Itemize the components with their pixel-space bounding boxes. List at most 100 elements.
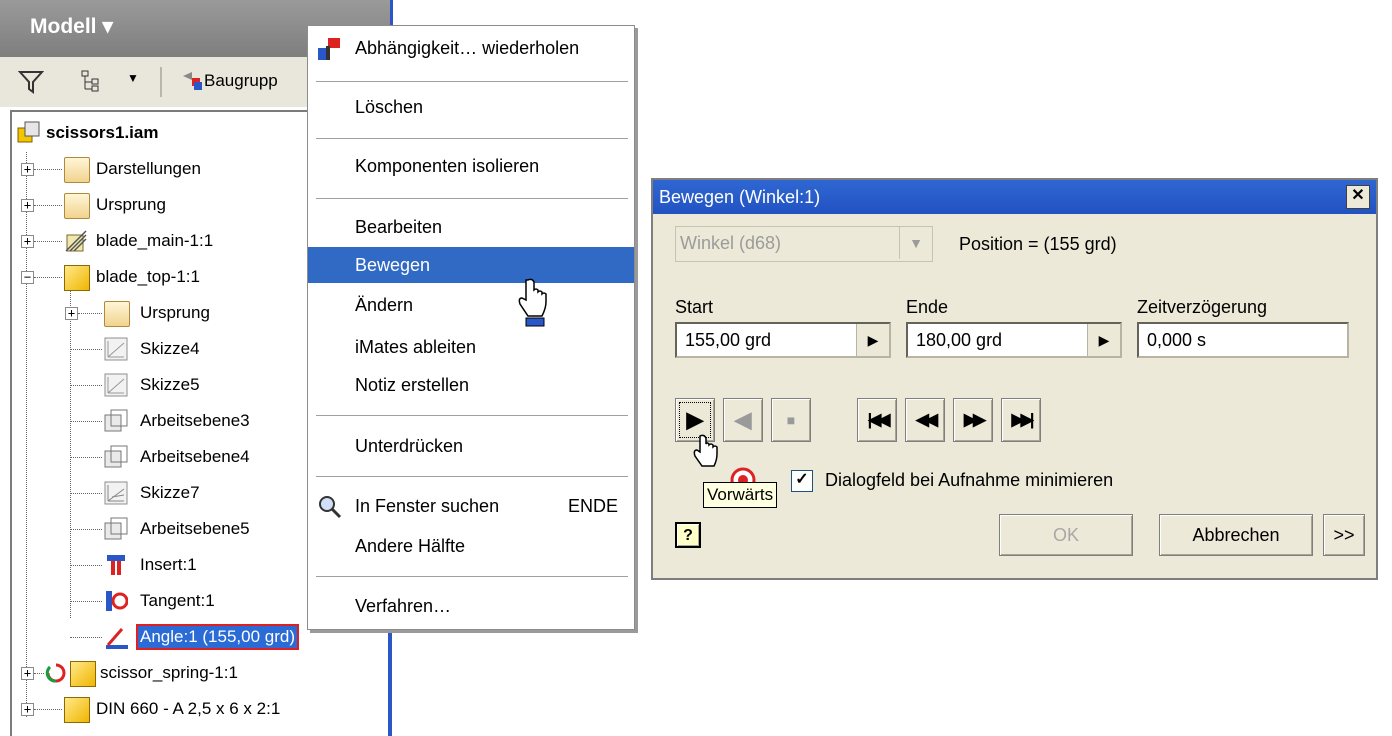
hand-cursor-icon [518,278,547,327]
tree-item-label: scissors1.iam [46,123,159,142]
menu-item-delete[interactable]: Löschen [308,89,634,125]
go-to-start-button[interactable]: |◀◀ [857,398,897,442]
workplane-icon [104,409,128,432]
menu-item-label: Komponenten isolieren [355,156,540,176]
expand-icon[interactable]: + [21,235,34,248]
start-field-value: 155,00 grd [685,330,772,350]
menu-item-create-note[interactable]: Notiz erstellen [308,367,634,403]
menu-item-edit[interactable]: Bearbeiten [308,209,634,245]
expand-icon[interactable]: + [21,163,34,176]
tree-item-label: Insert:1 [140,555,197,574]
menu-item-suppress[interactable]: Unterdrücken [308,428,634,464]
parameter-select[interactable]: Winkel (d68) ▼ [675,226,933,262]
menu-item-other-half[interactable]: Andere Hälfte [308,528,634,564]
tree-item-label: Arbeitsebene5 [140,519,250,538]
menu-item-modify[interactable]: Ändern [308,287,634,323]
end-field-value: 180,00 grd [916,330,1003,350]
collapse-icon[interactable]: − [21,271,34,284]
step-forward-button[interactable]: ▶▶ [953,398,993,442]
menu-separator [316,138,628,139]
ok-button[interactable]: OK [999,514,1133,556]
delay-field[interactable]: 0,000 s [1137,322,1349,358]
tree-connector [70,457,102,458]
minimize-checkbox-label: Dialogfeld bei Aufnahme minimieren [825,470,1114,490]
menu-separator [316,198,628,199]
tree-connector [34,709,62,710]
tree-item-scissor-spring[interactable]: + scissor_spring-1:1 [12,656,382,690]
tree-connector [70,565,102,566]
tree-item-label: Skizze5 [140,375,200,394]
menu-item-infer-imates[interactable]: iMates ableiten [308,329,634,365]
start-field[interactable]: 155,00 grd ▶ [675,322,891,358]
tree-item-label: Arbeitsebene3 [140,411,250,430]
toolbar-divider [160,67,162,97]
workplane-icon [104,517,128,540]
tree-connector [78,313,102,314]
tree-item-label: Ursprung [96,195,166,214]
chevron-down-icon[interactable]: ▼ [127,71,139,85]
tree-connector [70,601,102,602]
workplane-icon [104,445,128,468]
assemble-icon[interactable] [180,70,206,94]
menu-item-label: Löschen [355,97,424,117]
menu-item-find-in-window[interactable]: In Fenster suchen ENDE [308,488,634,524]
reverse-button[interactable]: ◀ [723,398,763,442]
close-button[interactable]: ✕ [1346,185,1370,209]
menu-item-label: Andere Hälfte [355,536,466,556]
help-button[interactable]: ? [675,522,701,548]
pause-button[interactable]: ■ [771,398,811,442]
adaptive-icon [45,663,66,683]
chevron-down-icon[interactable]: ▼ [899,227,932,259]
grounded-part-icon [65,230,87,252]
more-button[interactable]: >> [1323,514,1365,556]
end-field[interactable]: 180,00 grd ▶ [906,322,1122,358]
menu-separator [316,476,628,477]
part-icon [64,697,90,723]
sketch-icon [104,337,128,361]
start-label: Start [675,297,714,317]
expand-icon[interactable]: + [65,307,78,320]
step-back-button[interactable]: ◀◀ [905,398,945,442]
menu-item-repeat-constraint[interactable]: Abhängigkeit… wiederholen [308,30,634,66]
context-menu: Abhängigkeit… wiederholen Löschen Kompon… [307,25,635,630]
insert-constraint-icon [107,555,125,575]
magnifier-icon [319,496,342,519]
filter-icon[interactable] [18,69,44,95]
tree-item-label: blade_main-1:1 [96,231,214,250]
representations-folder-icon [64,157,90,183]
go-to-end-button[interactable]: ▶▶| [1001,398,1041,442]
tree-item-label: Darstellungen [96,159,201,178]
assembly-icon [17,121,40,143]
expand-icon[interactable]: + [21,667,34,680]
menu-item-shortcut: ENDE [568,496,619,516]
dialog-title-bar[interactable]: Bewegen (Winkel:1) ✕ [653,180,1376,214]
tree-item-label: blade_top-1:1 [96,267,200,286]
browser-title[interactable]: Modell ▾ [30,14,113,39]
minimize-checkbox[interactable]: ✓ [791,470,813,492]
start-arrow-icon[interactable]: ▶ [856,324,889,356]
hierarchy-icon[interactable] [80,69,106,95]
menu-item-how-to[interactable]: Verfahren… [308,588,634,624]
end-label: Ende [906,297,949,317]
assemble-button-label[interactable]: Baugrupp [204,71,278,91]
tree-item-label: Ursprung [140,303,210,322]
menu-item-label: Bearbeiten [355,217,443,237]
menu-separator [316,576,628,577]
tree-connector [34,673,44,674]
expand-icon[interactable]: + [21,703,34,716]
folder-icon [104,301,130,327]
menu-separator [316,81,628,82]
tree-item-label: Skizze7 [140,483,200,502]
menu-item-isolate-components[interactable]: Komponenten isolieren [308,148,634,184]
cancel-button[interactable]: Abbrechen [1159,514,1313,556]
delay-field-value: 0,000 s [1147,330,1207,350]
tree-item-label: Tangent:1 [140,591,215,610]
menu-item-drive[interactable]: Bewegen [308,247,634,283]
menu-item-label: In Fenster suchen [355,496,500,516]
end-arrow-icon[interactable]: ▶ [1087,324,1120,356]
constraint-icon [318,38,340,60]
part-icon [64,265,90,291]
tree-item-din660[interactable]: + DIN 660 - A 2,5 x 6 x 2:1 [12,692,382,726]
expand-icon[interactable]: + [21,199,34,212]
tree-item-label: Arbeitsebene4 [140,447,250,466]
